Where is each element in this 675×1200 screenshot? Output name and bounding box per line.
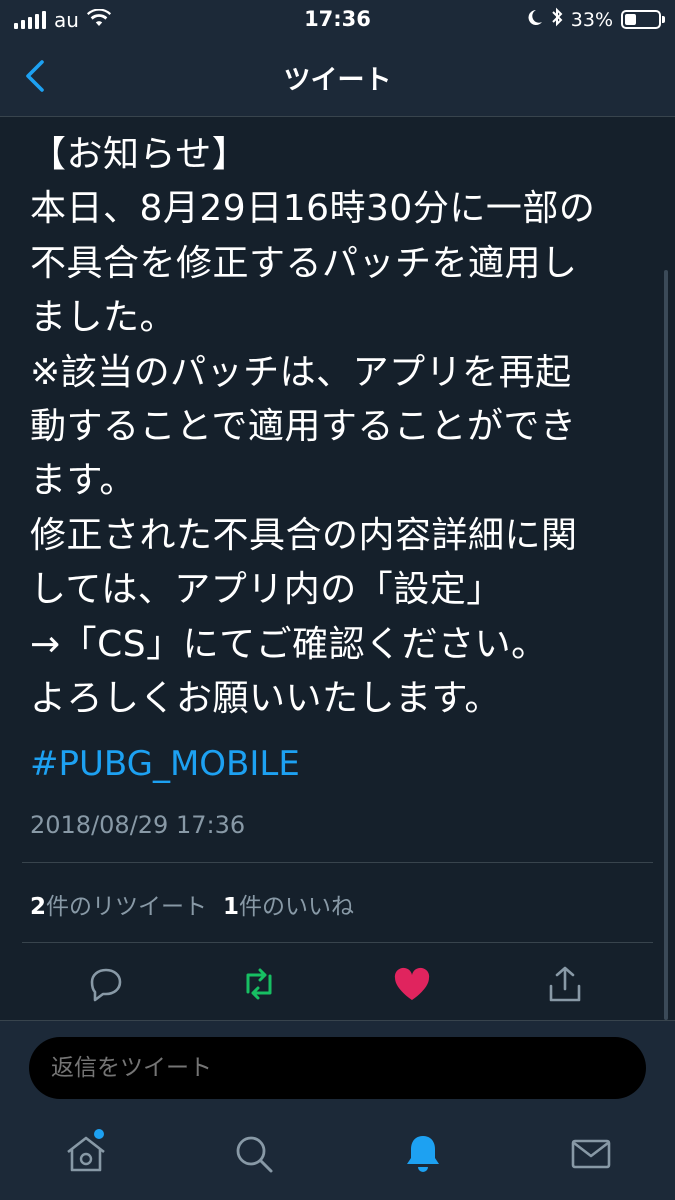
search-icon (236, 1136, 273, 1173)
nav-title: ツイート (283, 65, 392, 96)
tab-notifications[interactable] (399, 1130, 447, 1178)
home-badge (94, 1129, 104, 1139)
retweet-icon (246, 968, 272, 1000)
like-count: 1 (223, 894, 240, 920)
tab-bar (0, 1110, 675, 1200)
scrollbar[interactable] (664, 270, 668, 1020)
status-right: 33% (527, 7, 665, 32)
battery-percent: 33% (570, 8, 613, 31)
retweet-label: 件のリツイート (46, 894, 208, 920)
reply-button[interactable] (84, 962, 128, 1006)
like-count-link[interactable]: 1件のいいね (223, 887, 354, 921)
divider (22, 862, 653, 863)
reply-icon (90, 968, 122, 1002)
retweet-button[interactable] (237, 962, 281, 1006)
heart-icon (394, 967, 430, 1000)
retweet-count: 2 (30, 894, 47, 920)
action-bar (0, 958, 675, 1014)
mail-icon (571, 1139, 611, 1169)
divider (22, 942, 653, 943)
status-bar: au 17:36 33% (0, 0, 675, 38)
reply-bar (0, 1020, 675, 1111)
hashtag-link[interactable]: #PUBG_MOBILE (30, 744, 300, 784)
share-icon (549, 966, 581, 1002)
like-button[interactable] (390, 962, 434, 1006)
moon-icon (527, 9, 543, 31)
tweet-text: 【お知らせ】 本日、8月29日16時30分に一部の 不具合を修正するパッチを適用… (30, 134, 596, 720)
retweet-count-link[interactable]: 2件のリツイート (30, 887, 207, 921)
battery-icon (621, 10, 665, 29)
share-button[interactable] (543, 962, 587, 1006)
bluetooth-icon (551, 7, 563, 32)
like-label: 件のいいね (239, 894, 355, 920)
reply-input[interactable] (29, 1037, 646, 1099)
tab-search[interactable] (230, 1130, 278, 1178)
tab-messages[interactable] (567, 1130, 615, 1178)
nav-bar: ツイート (0, 38, 675, 117)
bell-icon (407, 1136, 439, 1172)
tweet-stats: 2件のリツイート 1件のいいね (30, 887, 354, 921)
tweet-timestamp: 2018/08/29 17:36 (30, 811, 246, 839)
